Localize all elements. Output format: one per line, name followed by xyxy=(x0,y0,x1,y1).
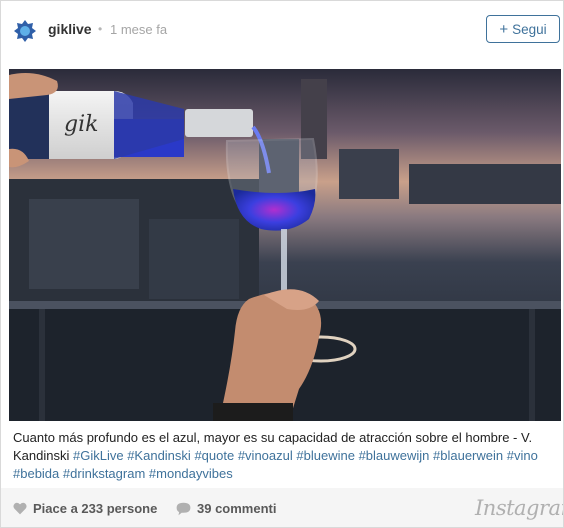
likes-label: Piace a 233 persone xyxy=(33,501,158,516)
post-caption: Cuanto más profundo es el azul, mayor es… xyxy=(13,429,558,483)
post-header: giklive • 1 mese fa + Segui xyxy=(1,1,563,63)
avatar[interactable] xyxy=(11,17,39,45)
comments-count[interactable]: 39 commenti xyxy=(176,501,276,516)
hashtag[interactable]: #drinkstagram xyxy=(63,466,145,481)
gik-logo-icon xyxy=(12,18,38,44)
hashtag[interactable]: #vinoazul xyxy=(238,448,293,463)
heart-icon xyxy=(13,502,27,515)
hashtag[interactable]: #bluewine xyxy=(296,448,355,463)
post-footer: Piace a 233 persone 39 commenti Instagra… xyxy=(1,488,563,527)
separator-dot: • xyxy=(98,22,103,36)
post-timestamp[interactable]: 1 mese fa xyxy=(110,22,167,37)
instagram-post-card: giklive • 1 mese fa + Segui gik Cuanto m… xyxy=(0,0,564,528)
follow-button[interactable]: + Segui xyxy=(486,15,560,43)
hashtag[interactable]: #quote xyxy=(194,448,234,463)
username[interactable]: giklive xyxy=(48,21,92,37)
hashtag[interactable]: #bebida xyxy=(13,466,59,481)
hashtag[interactable]: #Kandinski xyxy=(127,448,191,463)
post-photo[interactable]: gik xyxy=(9,69,561,421)
hashtag[interactable]: #vino xyxy=(507,448,538,463)
plus-icon: + xyxy=(499,20,509,38)
svg-text:gik: gik xyxy=(64,112,98,137)
follow-label: Segui xyxy=(512,21,547,37)
likes-count[interactable]: Piace a 233 persone xyxy=(13,501,157,516)
instagram-logo[interactable]: Instagram xyxy=(475,496,563,520)
speech-bubble-icon xyxy=(176,502,191,515)
comments-label: 39 commenti xyxy=(197,501,277,516)
hashtag[interactable]: #blauerwein xyxy=(433,448,503,463)
hashtag[interactable]: #mondayvibes xyxy=(149,466,233,481)
hashtag[interactable]: #blauwewijn xyxy=(359,448,430,463)
hashtag[interactable]: #GikLive xyxy=(73,448,124,463)
